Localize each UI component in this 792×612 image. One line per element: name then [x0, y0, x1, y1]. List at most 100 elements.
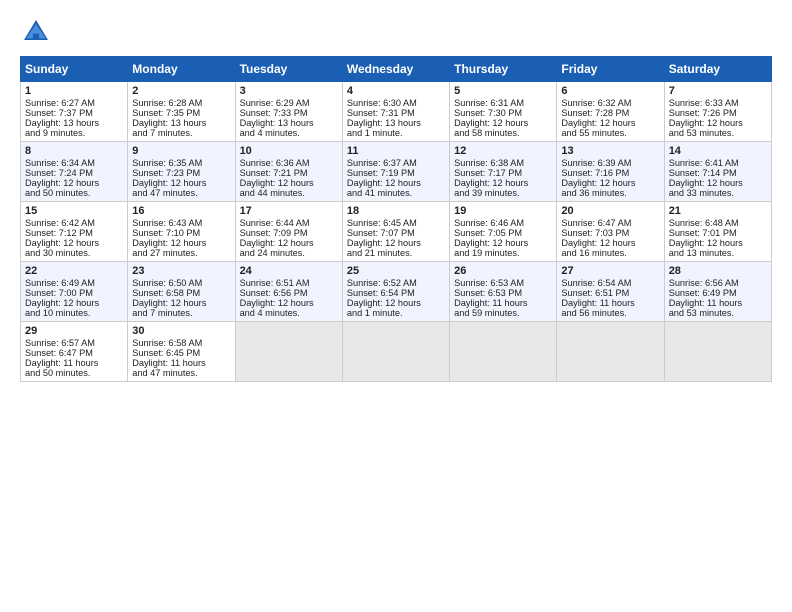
cell-line: and 50 minutes.	[25, 368, 123, 378]
cell-line: Sunrise: 6:45 AM	[347, 218, 445, 228]
calendar-cell: 7Sunrise: 6:33 AMSunset: 7:26 PMDaylight…	[664, 82, 771, 142]
calendar-cell: 1Sunrise: 6:27 AMSunset: 7:37 PMDaylight…	[21, 82, 128, 142]
cell-line: Sunset: 7:01 PM	[669, 228, 767, 238]
calendar-cell: 26Sunrise: 6:53 AMSunset: 6:53 PMDayligh…	[450, 262, 557, 322]
cell-line: Sunrise: 6:28 AM	[132, 98, 230, 108]
cell-line: and 7 minutes.	[132, 128, 230, 138]
cell-line: Sunset: 6:49 PM	[669, 288, 767, 298]
day-number: 14	[669, 145, 767, 157]
cell-line: Sunset: 7:03 PM	[561, 228, 659, 238]
calendar-cell: 16Sunrise: 6:43 AMSunset: 7:10 PMDayligh…	[128, 202, 235, 262]
cell-line: and 4 minutes.	[240, 308, 338, 318]
day-number: 18	[347, 205, 445, 217]
cell-line: Daylight: 12 hours	[132, 178, 230, 188]
cell-line: Daylight: 12 hours	[561, 178, 659, 188]
calendar-table: SundayMondayTuesdayWednesdayThursdayFrid…	[20, 56, 772, 382]
calendar-cell: 21Sunrise: 6:48 AMSunset: 7:01 PMDayligh…	[664, 202, 771, 262]
cell-line: and 53 minutes.	[669, 128, 767, 138]
cell-line: Daylight: 12 hours	[454, 178, 552, 188]
day-number: 1	[25, 85, 123, 97]
page-header	[20, 16, 772, 48]
cell-line: and 19 minutes.	[454, 248, 552, 258]
cell-line: Sunset: 7:37 PM	[25, 108, 123, 118]
cell-line: Sunrise: 6:54 AM	[561, 278, 659, 288]
cell-line: and 16 minutes.	[561, 248, 659, 258]
cell-line: Daylight: 12 hours	[347, 238, 445, 248]
cell-line: Daylight: 13 hours	[347, 118, 445, 128]
calendar-week-row: 8Sunrise: 6:34 AMSunset: 7:24 PMDaylight…	[21, 142, 772, 202]
cell-line: and 55 minutes.	[561, 128, 659, 138]
cell-line: Sunrise: 6:50 AM	[132, 278, 230, 288]
calendar-cell: 3Sunrise: 6:29 AMSunset: 7:33 PMDaylight…	[235, 82, 342, 142]
calendar-cell: 29Sunrise: 6:57 AMSunset: 6:47 PMDayligh…	[21, 322, 128, 382]
cell-line: Daylight: 12 hours	[669, 118, 767, 128]
calendar-cell: 14Sunrise: 6:41 AMSunset: 7:14 PMDayligh…	[664, 142, 771, 202]
cell-line: Daylight: 13 hours	[240, 118, 338, 128]
calendar-cell: 12Sunrise: 6:38 AMSunset: 7:17 PMDayligh…	[450, 142, 557, 202]
cell-line: and 1 minute.	[347, 308, 445, 318]
day-number: 21	[669, 205, 767, 217]
cell-line: and 1 minute.	[347, 128, 445, 138]
cell-line: and 10 minutes.	[25, 308, 123, 318]
cell-line: Sunset: 7:16 PM	[561, 168, 659, 178]
cell-line: and 39 minutes.	[454, 188, 552, 198]
cell-line: Sunrise: 6:37 AM	[347, 158, 445, 168]
cell-line: Daylight: 12 hours	[669, 178, 767, 188]
cell-line: Daylight: 11 hours	[454, 298, 552, 308]
cell-line: Daylight: 12 hours	[132, 298, 230, 308]
calendar-day-header: Tuesday	[235, 57, 342, 82]
cell-line: Sunset: 7:09 PM	[240, 228, 338, 238]
day-number: 6	[561, 85, 659, 97]
day-number: 7	[669, 85, 767, 97]
cell-line: Daylight: 12 hours	[25, 238, 123, 248]
day-number: 2	[132, 85, 230, 97]
cell-line: Daylight: 12 hours	[669, 238, 767, 248]
cell-line: Sunrise: 6:56 AM	[669, 278, 767, 288]
calendar-cell: 20Sunrise: 6:47 AMSunset: 7:03 PMDayligh…	[557, 202, 664, 262]
cell-line: Sunrise: 6:38 AM	[454, 158, 552, 168]
calendar-week-row: 1Sunrise: 6:27 AMSunset: 7:37 PM Daylight…	[21, 82, 772, 142]
day-number: 9	[132, 145, 230, 157]
cell-line: Sunset: 7:23 PM	[132, 168, 230, 178]
day-number: 10	[240, 145, 338, 157]
calendar-cell: 11Sunrise: 6:37 AMSunset: 7:19 PMDayligh…	[342, 142, 449, 202]
cell-line: Sunset: 7:19 PM	[347, 168, 445, 178]
day-number: 25	[347, 265, 445, 277]
cell-line: Sunrise: 6:51 AM	[240, 278, 338, 288]
day-number: 17	[240, 205, 338, 217]
cell-line: Daylight: 12 hours	[240, 238, 338, 248]
calendar-week-row: 15Sunrise: 6:42 AMSunset: 7:12 PMDayligh…	[21, 202, 772, 262]
cell-line: Daylight: 12 hours	[454, 118, 552, 128]
cell-line: Sunrise: 6:27 AM	[25, 98, 123, 108]
cell-line: Sunrise: 6:43 AM	[132, 218, 230, 228]
cell-line: Sunrise: 6:32 AM	[561, 98, 659, 108]
cell-line: Daylight: 12 hours	[132, 238, 230, 248]
cell-line: Sunset: 7:35 PM	[132, 108, 230, 118]
day-number: 29	[25, 325, 123, 337]
cell-line: Sunset: 6:47 PM	[25, 348, 123, 358]
calendar-cell: 13Sunrise: 6:39 AMSunset: 7:16 PMDayligh…	[557, 142, 664, 202]
cell-line: Sunset: 7:12 PM	[25, 228, 123, 238]
cell-line: and 53 minutes.	[669, 308, 767, 318]
cell-line: Sunset: 7:10 PM	[132, 228, 230, 238]
cell-line: Daylight: 12 hours	[240, 298, 338, 308]
cell-line: Sunrise: 6:49 AM	[25, 278, 123, 288]
day-number: 24	[240, 265, 338, 277]
calendar-cell: 22Sunrise: 6:49 AMSunset: 7:00 PMDayligh…	[21, 262, 128, 322]
day-number: 12	[454, 145, 552, 157]
calendar-cell: 8Sunrise: 6:34 AMSunset: 7:24 PMDaylight…	[21, 142, 128, 202]
cell-line: Sunset: 7:24 PM	[25, 168, 123, 178]
day-number: 16	[132, 205, 230, 217]
cell-line: and 50 minutes.	[25, 188, 123, 198]
cell-line: and 21 minutes.	[347, 248, 445, 258]
calendar-cell: 27Sunrise: 6:54 AMSunset: 6:51 PMDayligh…	[557, 262, 664, 322]
calendar-day-header: Saturday	[664, 57, 771, 82]
calendar-cell: 10Sunrise: 6:36 AMSunset: 7:21 PMDayligh…	[235, 142, 342, 202]
cell-line: Sunrise: 6:31 AM	[454, 98, 552, 108]
calendar-cell	[664, 322, 771, 382]
cell-line: Sunset: 6:45 PM	[132, 348, 230, 358]
calendar-cell: 19Sunrise: 6:46 AMSunset: 7:05 PMDayligh…	[450, 202, 557, 262]
cell-line: and 9 minutes.	[25, 128, 123, 138]
cell-line: Sunrise: 6:33 AM	[669, 98, 767, 108]
day-number: 4	[347, 85, 445, 97]
